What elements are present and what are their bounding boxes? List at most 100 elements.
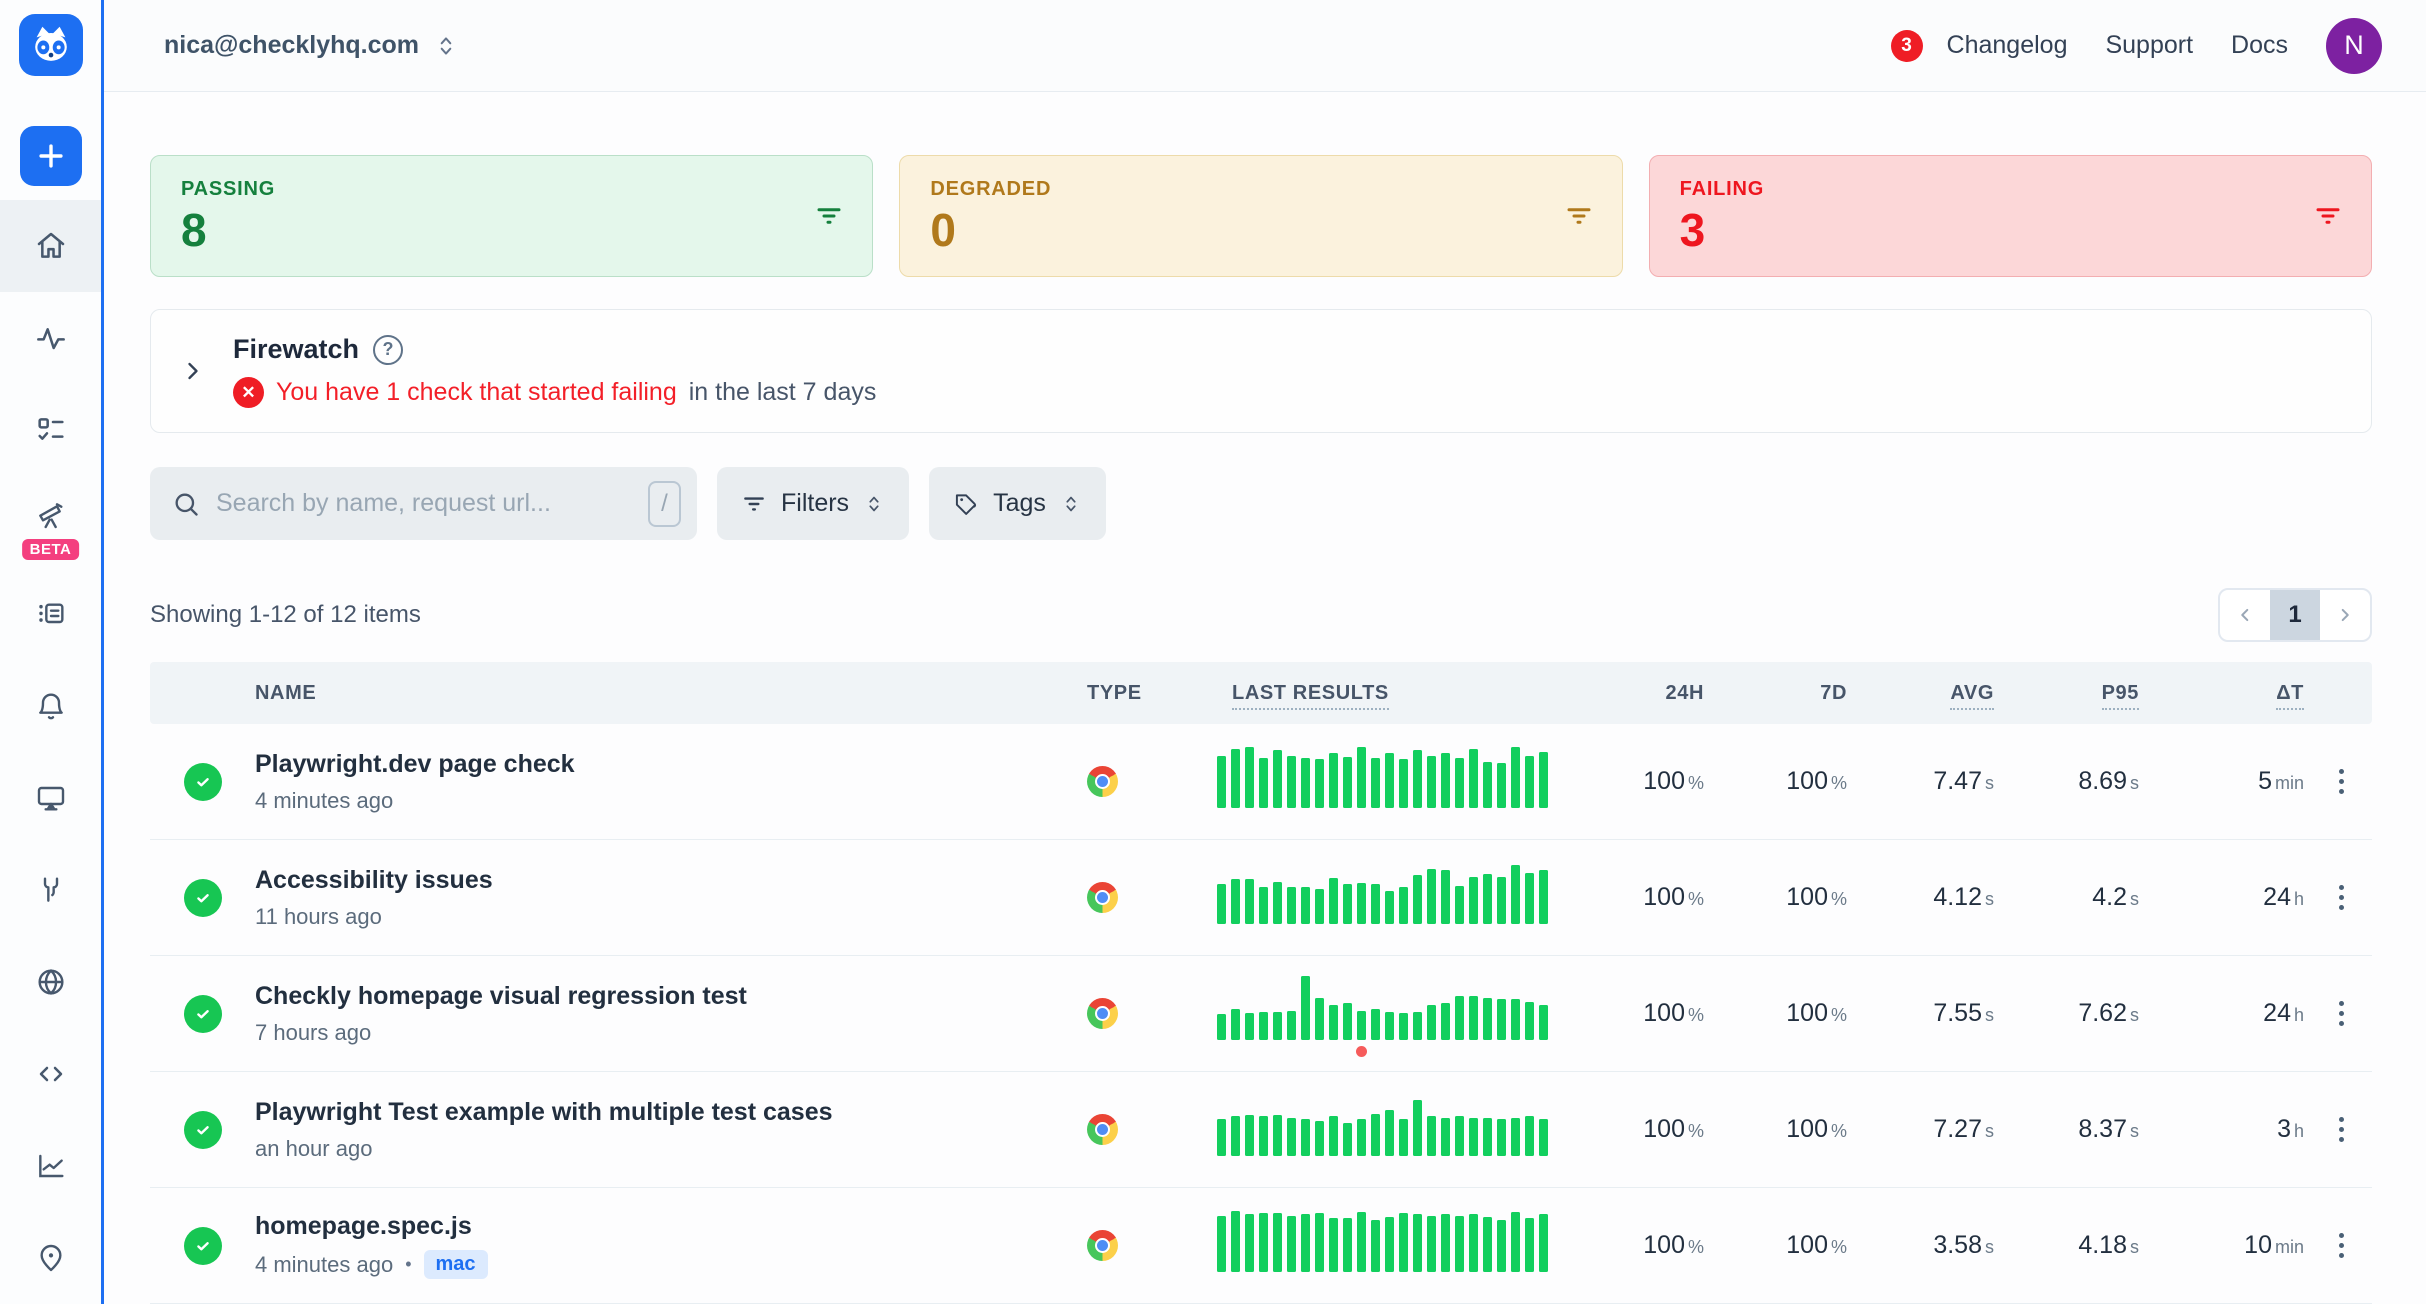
result-bar[interactable] (1441, 1003, 1450, 1040)
result-bar[interactable] (1539, 870, 1548, 924)
changelog-link[interactable]: Changelog (1947, 31, 2068, 60)
result-bar[interactable] (1273, 882, 1282, 924)
result-bar[interactable] (1399, 759, 1408, 808)
result-bar[interactable] (1315, 759, 1324, 808)
result-bar[interactable] (1483, 1118, 1492, 1156)
result-bar[interactable] (1343, 1123, 1352, 1156)
result-bar[interactable] (1413, 875, 1422, 924)
result-bar[interactable] (1385, 1012, 1394, 1040)
tag-badge[interactable]: mac (424, 1250, 488, 1279)
search-input[interactable] (216, 489, 632, 518)
result-bar[interactable] (1259, 887, 1268, 924)
sidebar-item-alerts[interactable] (0, 660, 101, 752)
result-bar[interactable] (1259, 1116, 1268, 1156)
result-bar[interactable] (1441, 870, 1450, 924)
result-bar[interactable] (1259, 758, 1268, 808)
filters-button[interactable]: Filters (717, 467, 909, 540)
table-row[interactable]: homepage.spec.js 4 minutes ago • mac 100… (150, 1188, 2372, 1304)
result-bar[interactable] (1497, 999, 1506, 1040)
result-bar[interactable] (1455, 1216, 1464, 1272)
filter-icon[interactable] (814, 201, 844, 231)
sidebar-item-checks[interactable] (0, 384, 101, 476)
result-bar[interactable] (1273, 1012, 1282, 1040)
checkly-logo[interactable] (19, 14, 83, 76)
result-bar[interactable] (1539, 1119, 1548, 1156)
filter-icon[interactable] (2313, 201, 2343, 231)
result-bar[interactable] (1497, 1220, 1506, 1272)
result-bar[interactable] (1413, 1100, 1422, 1156)
result-bar[interactable] (1469, 1118, 1478, 1156)
account-switcher[interactable]: nica@checklyhq.com (164, 31, 459, 60)
result-bar[interactable] (1469, 996, 1478, 1040)
result-bar[interactable] (1427, 1216, 1436, 1272)
result-bar[interactable] (1357, 1011, 1366, 1040)
result-bar[interactable] (1399, 1119, 1408, 1156)
result-bar[interactable] (1399, 1013, 1408, 1040)
result-bar[interactable] (1245, 1214, 1254, 1272)
result-bar[interactable] (1231, 749, 1240, 808)
result-bar[interactable] (1525, 1002, 1534, 1040)
result-bar[interactable] (1343, 1003, 1352, 1040)
result-bar[interactable] (1329, 753, 1338, 808)
result-bar[interactable] (1441, 753, 1450, 808)
result-bar[interactable] (1399, 1213, 1408, 1272)
col-7d[interactable]: 7D (1710, 682, 1853, 705)
result-bar[interactable] (1511, 1212, 1520, 1272)
result-bar[interactable] (1245, 1115, 1254, 1156)
search-box[interactable]: / (150, 467, 697, 540)
result-bar[interactable] (1399, 887, 1408, 924)
row-menu-button[interactable] (2333, 879, 2350, 916)
col-24h[interactable]: 24H (1582, 682, 1710, 705)
result-bar[interactable] (1259, 1213, 1268, 1272)
result-bar[interactable] (1273, 1213, 1282, 1272)
result-bar[interactable] (1455, 1116, 1464, 1156)
result-bar[interactable] (1357, 1119, 1366, 1156)
result-bar[interactable] (1357, 1212, 1366, 1272)
result-bar[interactable] (1245, 747, 1254, 808)
result-bar[interactable] (1301, 887, 1310, 924)
result-bar[interactable] (1301, 758, 1310, 808)
result-bar[interactable] (1483, 762, 1492, 808)
result-bar[interactable] (1371, 1220, 1380, 1272)
sidebar-item-analytics[interactable] (0, 1120, 101, 1212)
result-bar[interactable] (1357, 747, 1366, 808)
result-bar[interactable] (1287, 1216, 1296, 1272)
sidebar-item-dashboards[interactable] (0, 752, 101, 844)
result-bar[interactable] (1539, 752, 1548, 808)
check-name[interactable]: Accessibility issues (255, 866, 1087, 895)
result-bar[interactable] (1217, 1216, 1226, 1272)
table-row[interactable]: Checkly homepage visual regression test … (150, 956, 2372, 1072)
result-bar[interactable] (1427, 1116, 1436, 1156)
result-bar[interactable] (1441, 1118, 1450, 1156)
result-bar[interactable] (1525, 1218, 1534, 1272)
result-bar[interactable] (1273, 750, 1282, 808)
result-bar[interactable] (1287, 1011, 1296, 1040)
result-bar[interactable] (1371, 1009, 1380, 1040)
sidebar-item-logs[interactable] (0, 568, 101, 660)
result-bar[interactable] (1385, 891, 1394, 924)
result-bar[interactable] (1343, 884, 1352, 924)
result-bar[interactable] (1539, 1005, 1548, 1040)
page-number[interactable]: 1 (2270, 590, 2320, 640)
result-bar[interactable] (1511, 747, 1520, 808)
last-results-chart[interactable] (1217, 742, 1548, 822)
table-row[interactable]: Playwright Test example with multiple te… (150, 1072, 2372, 1188)
result-bar[interactable] (1217, 756, 1226, 808)
sidebar-item-maintenance[interactable] (0, 844, 101, 936)
result-bar[interactable] (1217, 1014, 1226, 1040)
result-bar[interactable] (1231, 1009, 1240, 1040)
degraded-card[interactable]: DEGRADED 0 (899, 155, 1622, 277)
result-bar[interactable] (1483, 874, 1492, 924)
table-row[interactable]: Accessibility issues 11 hours ago • 100%… (150, 840, 2372, 956)
last-results-chart[interactable] (1217, 1090, 1548, 1170)
result-bar[interactable] (1413, 1012, 1422, 1040)
result-bar[interactable] (1301, 1214, 1310, 1272)
filter-icon[interactable] (1564, 201, 1594, 231)
result-bar[interactable] (1273, 1115, 1282, 1156)
result-bar[interactable] (1301, 1119, 1310, 1156)
result-bar[interactable] (1427, 869, 1436, 924)
result-bar[interactable] (1413, 1214, 1422, 1272)
last-results-chart[interactable] (1217, 858, 1548, 938)
result-bar[interactable] (1287, 1118, 1296, 1156)
docs-link[interactable]: Docs (2231, 31, 2288, 60)
